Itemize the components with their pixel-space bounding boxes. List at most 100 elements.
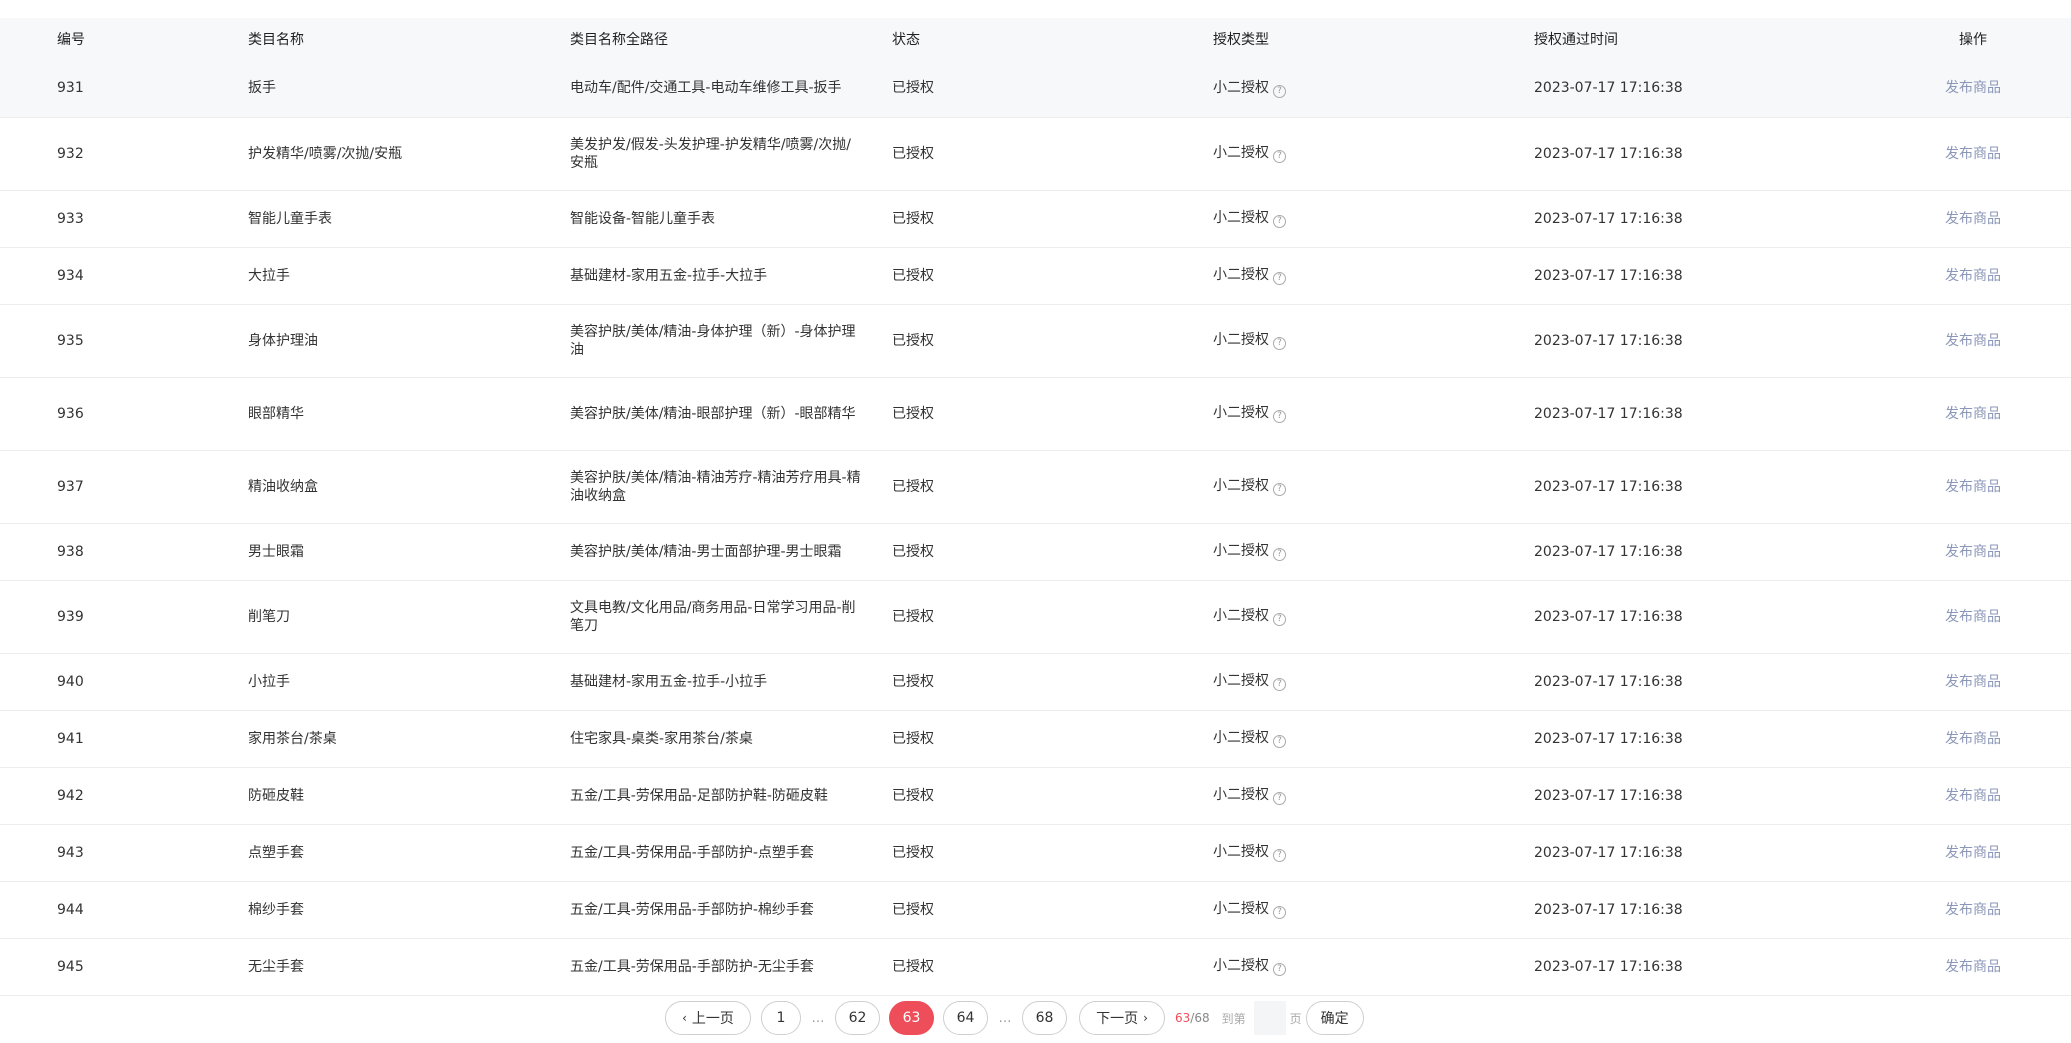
table-row: 938 男士眼霜 美容护肤/美体/精油-男士面部护理-男士眼霜 已授权 小二授权? 202…	[0, 523, 2071, 581]
help-circle-icon[interactable]: ?	[1273, 792, 1286, 805]
publish-product-link[interactable]: 发布商品	[1945, 845, 2001, 861]
cell-action: 发布商品	[1875, 117, 2071, 191]
cell-id: 937	[0, 450, 248, 524]
goto-page-input[interactable]	[1253, 1001, 1286, 1035]
publish-product-link[interactable]: 发布商品	[1945, 731, 2001, 747]
help-circle-icon[interactable]: ?	[1273, 548, 1286, 561]
cell-auth-type: 小二授权?	[1213, 247, 1534, 305]
auth-type-label: 小二授权	[1213, 673, 1269, 689]
help-circle-icon[interactable]: ?	[1273, 272, 1286, 285]
help-circle-icon[interactable]: ?	[1273, 215, 1286, 228]
table-header-row: 编号 类目名称 类目名称全路径 状态 授权类型 授权通过时间 操作	[0, 18, 2071, 60]
page-button-64[interactable]: 64	[943, 1001, 988, 1035]
publish-product-link[interactable]: 发布商品	[1945, 788, 2001, 804]
help-circle-icon[interactable]: ?	[1273, 483, 1286, 496]
page-button-63-current[interactable]: 63	[889, 1001, 934, 1035]
auth-type-label: 小二授权	[1213, 210, 1269, 226]
cell-auth-type: 小二授权?	[1213, 824, 1534, 882]
page-button-68[interactable]: 68	[1022, 1001, 1067, 1035]
cell-auth-time: 2023-07-17 17:16:38	[1534, 247, 1875, 305]
publish-product-link[interactable]: 发布商品	[1945, 146, 2001, 162]
cell-path: 文具电教/文化用品/商务用品-日常学习用品-削笔刀	[570, 580, 892, 654]
pagination: ‹ 上一页 1 … 62 63 64 … 68 下一页 › 63/68 到第 页…	[665, 999, 1364, 1037]
help-circle-icon[interactable]: ?	[1273, 150, 1286, 163]
help-circle-icon[interactable]: ?	[1273, 613, 1286, 626]
table-row: 940 小拉手 基础建材-家用五金-拉手-小拉手 已授权 小二授权? 2023-07-17…	[0, 653, 2071, 711]
auth-type-label: 小二授权	[1213, 543, 1269, 559]
help-circle-icon[interactable]: ?	[1273, 84, 1286, 98]
page-unit-label: 页	[1289, 1011, 1302, 1026]
cell-action: 发布商品	[1875, 60, 2071, 118]
cell-status: 已授权	[892, 247, 1213, 305]
auth-type-label: 小二授权	[1213, 405, 1269, 421]
auth-type-label: 小二授权	[1213, 901, 1269, 917]
cell-auth-time: 2023-07-17 17:16:38	[1534, 523, 1875, 581]
publish-product-link[interactable]: 发布商品	[1945, 544, 2001, 560]
cell-name: 家用茶台/茶桌	[248, 710, 570, 768]
help-circle-icon[interactable]: ?	[1273, 963, 1286, 976]
cell-name: 削笔刀	[248, 580, 570, 654]
cell-path: 基础建材-家用五金-拉手-大拉手	[570, 247, 892, 305]
table-row: 941 家用茶台/茶桌 住宅家具-桌类-家用茶台/茶桌 已授权 小二授权? 2023-07…	[0, 710, 2071, 768]
header-auth-time: 授权通过时间	[1534, 18, 1875, 60]
pagination-ellipsis: …	[998, 1010, 1012, 1026]
table-row: 932 护发精华/喷雾/次抛/安瓶 美发护发/假发-头发护理-护发精华/喷雾/次抛/…	[0, 117, 2071, 191]
help-circle-icon[interactable]: ?	[1273, 678, 1286, 691]
cell-action: 发布商品	[1875, 938, 2071, 996]
cell-status: 已授权	[892, 523, 1213, 581]
next-page-button[interactable]: 下一页 ›	[1079, 1001, 1165, 1035]
publish-product-link[interactable]: 发布商品	[1945, 80, 2001, 96]
cell-auth-type: 小二授权?	[1213, 710, 1534, 768]
cell-auth-time: 2023-07-17 17:16:38	[1534, 824, 1875, 882]
header-name: 类目名称	[248, 18, 570, 60]
goto-label: 到第	[1221, 1011, 1246, 1026]
help-circle-icon[interactable]: ?	[1273, 735, 1286, 748]
publish-product-link[interactable]: 发布商品	[1945, 211, 2001, 227]
cell-name: 无尘手套	[248, 938, 570, 996]
cell-name: 防砸皮鞋	[248, 767, 570, 825]
cell-status: 已授权	[892, 60, 1213, 118]
cell-path: 智能设备-智能儿童手表	[570, 190, 892, 248]
cell-name: 点塑手套	[248, 824, 570, 882]
table-row: 931 扳手 电动车/配件/交通工具-电动车维修工具-扳手 已授权 小二授权? 2023-…	[0, 60, 2071, 118]
header-auth-type: 授权类型	[1213, 18, 1534, 60]
cell-id: 938	[0, 523, 248, 581]
cell-auth-time: 2023-07-17 17:16:38	[1534, 117, 1875, 191]
cell-name: 护发精华/喷雾/次抛/安瓶	[248, 117, 570, 191]
confirm-button[interactable]: 确定	[1305, 1001, 1364, 1035]
chevron-left-icon: ‹	[682, 1011, 687, 1025]
publish-product-link[interactable]: 发布商品	[1945, 959, 2001, 975]
cell-id: 931	[0, 60, 248, 118]
help-circle-icon[interactable]: ?	[1273, 906, 1286, 919]
help-circle-icon[interactable]: ?	[1273, 849, 1286, 862]
cell-auth-type: 小二授权?	[1213, 377, 1534, 451]
cell-action: 发布商品	[1875, 247, 2071, 305]
page-button-1[interactable]: 1	[761, 1001, 801, 1035]
help-circle-icon[interactable]: ?	[1273, 410, 1286, 423]
publish-product-link[interactable]: 发布商品	[1945, 902, 2001, 918]
cell-auth-type: 小二授权?	[1213, 450, 1534, 524]
cell-path: 电动车/配件/交通工具-电动车维修工具-扳手	[570, 60, 892, 118]
auth-type-label: 小二授权	[1213, 730, 1269, 746]
page-indicator: 63/68	[1175, 1011, 1210, 1025]
publish-product-link[interactable]: 发布商品	[1945, 268, 2001, 284]
cell-name: 棉纱手套	[248, 881, 570, 939]
pagination-ellipsis: …	[811, 1010, 825, 1026]
header-status: 状态	[892, 18, 1213, 60]
publish-product-link[interactable]: 发布商品	[1945, 333, 2001, 349]
publish-product-link[interactable]: 发布商品	[1945, 406, 2001, 422]
cell-action: 发布商品	[1875, 881, 2071, 939]
publish-product-link[interactable]: 发布商品	[1945, 479, 2001, 495]
cell-auth-time: 2023-07-17 17:16:38	[1534, 710, 1875, 768]
publish-product-link[interactable]: 发布商品	[1945, 609, 2001, 625]
publish-product-link[interactable]: 发布商品	[1945, 674, 2001, 690]
cell-name: 智能儿童手表	[248, 190, 570, 248]
category-auth-page: 编号 类目名称 类目名称全路径 状态 授权类型 授权通过时间 操作 931 扳手电…	[0, 0, 2071, 1043]
cell-auth-time: 2023-07-17 17:16:38	[1534, 767, 1875, 825]
prev-page-button[interactable]: ‹ 上一页	[665, 1001, 751, 1035]
cell-status: 已授权	[892, 580, 1213, 654]
cell-id: 933	[0, 190, 248, 248]
help-circle-icon[interactable]: ?	[1273, 337, 1286, 350]
page-button-62[interactable]: 62	[835, 1001, 880, 1035]
cell-name: 精油收纳盒	[248, 450, 570, 524]
